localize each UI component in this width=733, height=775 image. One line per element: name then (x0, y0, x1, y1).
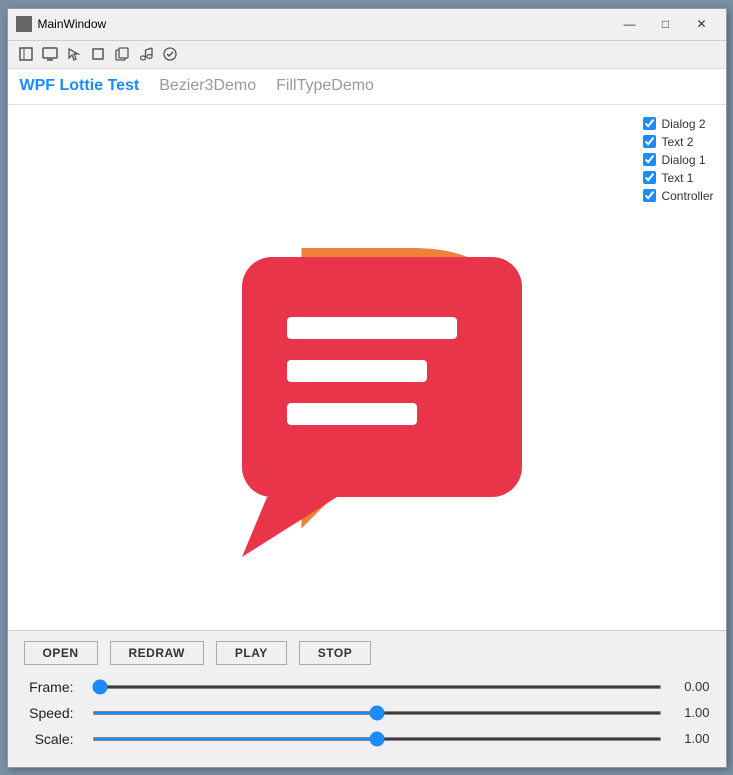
checkbox-controller: Controller (643, 189, 713, 203)
frame-slider-row: Frame: 0.00 (24, 679, 710, 695)
copy-icon[interactable] (112, 44, 132, 64)
checkbox-text2: Text 2 (643, 135, 713, 149)
main-window: MainWindow — □ ✕ WPF Lottie T (7, 8, 727, 768)
speed-value: 1.00 (670, 705, 710, 720)
checkbox-dialog1: Dialog 1 (643, 153, 713, 167)
speed-slider-row: Speed: 1.00 (24, 705, 710, 721)
main-content: Dialog 2 Text 2 Dialog 1 Text 1 Controll… (8, 105, 726, 630)
titlebar: MainWindow — □ ✕ (8, 9, 726, 41)
checkbox-text1-label: Text 1 (661, 171, 693, 185)
menu-wpf-lottie-test[interactable]: WPF Lottie Test (20, 73, 140, 99)
speed-label: Speed: (24, 705, 84, 721)
checkbox-panel: Dialog 2 Text 2 Dialog 1 Text 1 Controll… (643, 117, 713, 203)
open-button[interactable]: OPEN (24, 641, 98, 665)
menubar: WPF Lottie Test Bezier3Demo FillTypeDemo (8, 69, 726, 105)
play-button[interactable]: PLAY (216, 641, 287, 665)
scale-value: 1.00 (670, 731, 710, 746)
frame-value: 0.00 (670, 679, 710, 694)
checkbox-text1-input[interactable] (643, 171, 656, 184)
maximize-button[interactable]: □ (650, 14, 682, 34)
check-circle-icon[interactable] (160, 44, 180, 64)
cursor-icon[interactable] (16, 44, 36, 64)
checkbox-controller-label: Controller (661, 189, 713, 203)
checkbox-text1: Text 1 (643, 171, 713, 185)
monitor-icon[interactable] (40, 44, 60, 64)
speed-slider[interactable] (92, 711, 662, 715)
scale-slider[interactable] (92, 737, 662, 741)
minimize-button[interactable]: — (614, 14, 646, 34)
checkbox-dialog1-label: Dialog 1 (661, 153, 705, 167)
checkbox-dialog2: Dialog 2 (643, 117, 713, 131)
checkbox-dialog1-input[interactable] (643, 153, 656, 166)
menu-filltypedemo[interactable]: FillTypeDemo (276, 73, 374, 99)
window-controls: — □ ✕ (614, 14, 718, 34)
bottom-controls: OPEN REDRAW PLAY STOP Frame: 0.00 Speed:… (8, 630, 726, 767)
scale-slider-row: Scale: 1.00 (24, 731, 710, 747)
checkbox-text2-label: Text 2 (661, 135, 693, 149)
checkbox-dialog2-label: Dialog 2 (661, 117, 705, 131)
close-button[interactable]: ✕ (686, 14, 718, 34)
frame-slider[interactable] (92, 685, 662, 689)
toolbar (8, 41, 726, 69)
window-icon (16, 16, 32, 32)
chat-illustration (187, 177, 547, 557)
checkbox-text2-input[interactable] (643, 135, 656, 148)
scale-label: Scale: (24, 731, 84, 747)
control-buttons: OPEN REDRAW PLAY STOP (24, 641, 710, 665)
stop-button[interactable]: STOP (299, 641, 371, 665)
checkbox-dialog2-input[interactable] (643, 117, 656, 130)
frame-label: Frame: (24, 679, 84, 695)
redraw-button[interactable]: REDRAW (110, 641, 204, 665)
menu-bezier3demo[interactable]: Bezier3Demo (159, 73, 256, 99)
window-title: MainWindow (38, 17, 614, 31)
pointer-icon[interactable] (64, 44, 84, 64)
music-icon[interactable] (136, 44, 156, 64)
square-icon[interactable] (88, 44, 108, 64)
canvas-area (8, 105, 726, 630)
checkbox-controller-input[interactable] (643, 189, 656, 202)
